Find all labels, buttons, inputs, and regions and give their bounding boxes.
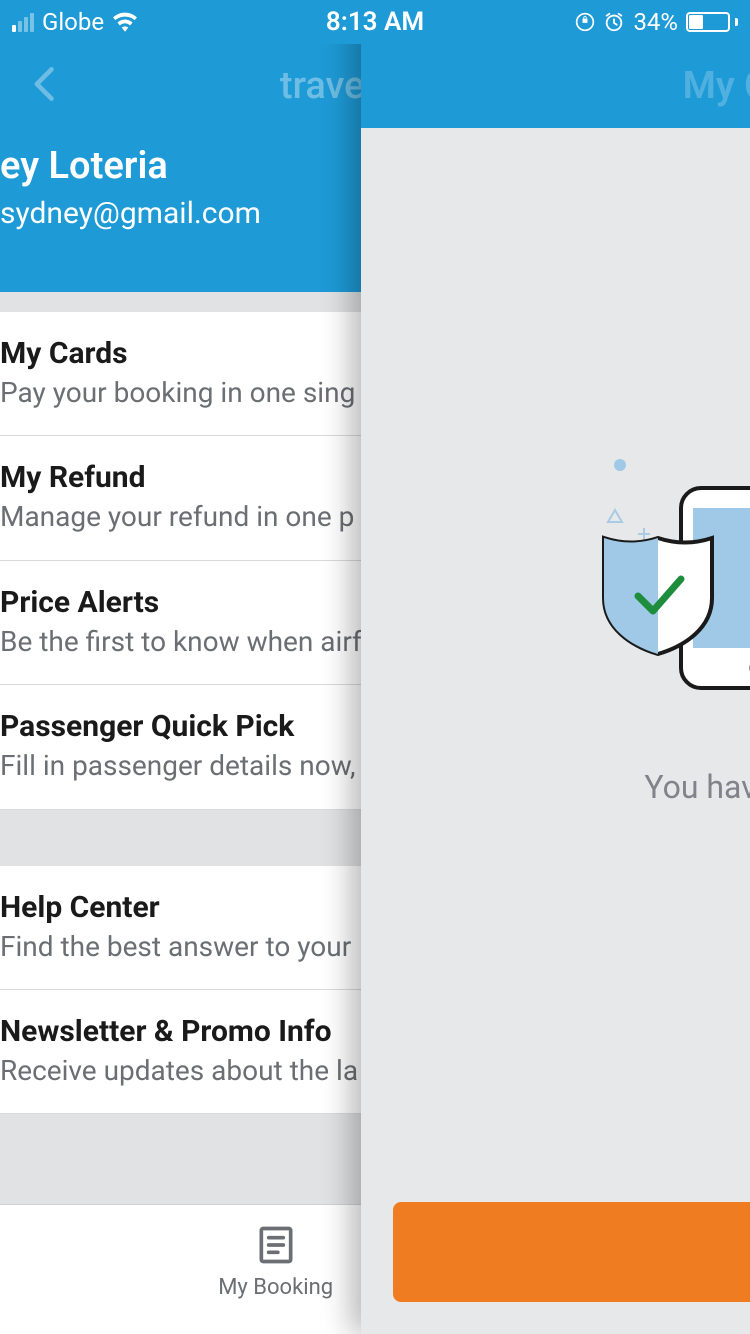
battery-icon (686, 12, 738, 32)
my-cards-panel: My Ca i You have no cards y Add (361, 0, 750, 1334)
dot-icon (613, 458, 627, 472)
signal-icon (12, 13, 34, 32)
status-time: 8:13 AM (326, 7, 424, 37)
alarm-icon (603, 11, 625, 33)
status-left: Globe (12, 8, 138, 36)
back-icon[interactable] (24, 62, 68, 110)
empty-state-text: You have no cards y (361, 768, 750, 806)
booking-icon (254, 1223, 298, 1267)
carrier-label: Globe (42, 8, 104, 36)
tab-my-booking[interactable]: My Booking (218, 1223, 333, 1300)
empty-cards-illustration (361, 488, 750, 708)
add-card-button[interactable]: Add (393, 1202, 750, 1302)
tab-label: My Booking (218, 1275, 333, 1300)
orientation-lock-icon (575, 12, 595, 32)
status-bar: Globe 8:13 AM 34% (0, 0, 750, 44)
panel-title: My Ca (683, 64, 750, 108)
wifi-icon (112, 12, 138, 32)
battery-pct: 34% (633, 8, 678, 36)
status-right: 34% (575, 8, 738, 36)
shield-phone-icon (593, 478, 750, 698)
